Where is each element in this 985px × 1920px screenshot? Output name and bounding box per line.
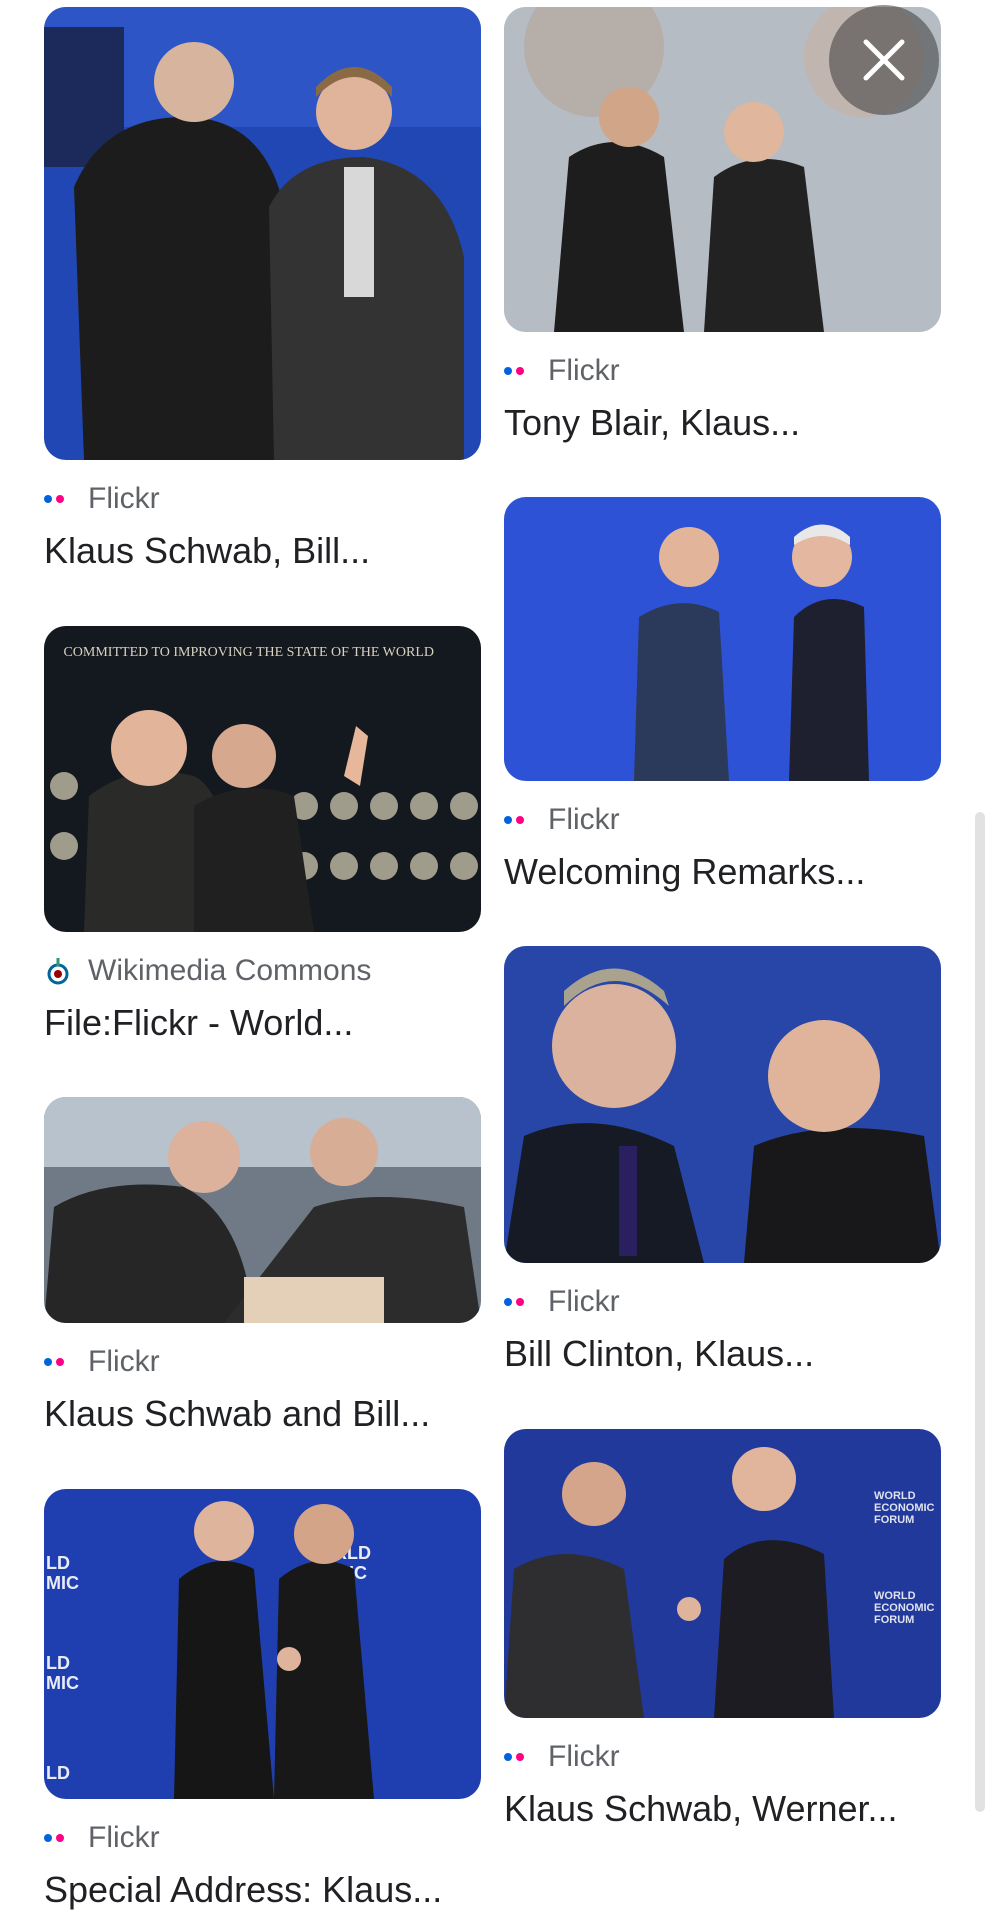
result-title[interactable]: Welcoming Remarks...	[504, 849, 941, 895]
result-thumbnail[interactable]: LDMIC LDMIC LD RLDMIC	[44, 1489, 481, 1799]
flickr-icon	[504, 1753, 548, 1761]
source-row: Flickr	[504, 1740, 941, 1774]
flickr-icon	[504, 367, 548, 375]
result-card[interactable]: COMMITTED TO IMPROVING THE STATE OF THE …	[44, 626, 481, 1046]
result-card[interactable]: Flickr Klaus Schwab and Bill...	[44, 1097, 481, 1437]
result-thumbnail[interactable]	[504, 497, 941, 781]
svg-text:WORLD: WORLD	[874, 1590, 916, 1602]
result-card[interactable]: WORLD ECONOMIC FORUM WORLD ECONOMIC FORUM Fl…	[504, 1429, 941, 1832]
svg-text:MIC: MIC	[46, 1573, 79, 1593]
source-row: Flickr	[44, 1821, 481, 1855]
source-row: Flickr	[504, 803, 941, 837]
wikimedia-icon	[44, 956, 88, 986]
result-card[interactable]: Flickr Bill Clinton, Klaus...	[504, 946, 941, 1377]
result-thumbnail[interactable]	[44, 1097, 481, 1323]
close-icon	[863, 39, 905, 81]
flickr-icon	[44, 1358, 88, 1366]
result-title[interactable]: Klaus Schwab, Werner...	[504, 1786, 941, 1832]
result-card[interactable]: Flickr Welcoming Remarks...	[504, 497, 941, 895]
source-row: Flickr	[504, 354, 941, 388]
result-thumbnail[interactable]	[504, 946, 941, 1263]
result-card[interactable]: Flickr Klaus Schwab, Bill...	[44, 7, 481, 574]
svg-text:WORLD: WORLD	[874, 1490, 916, 1502]
source-row: Flickr	[504, 1285, 941, 1319]
result-title[interactable]: Klaus Schwab and Bill...	[44, 1391, 481, 1437]
result-title[interactable]: Bill Clinton, Klaus...	[504, 1331, 941, 1377]
result-card[interactable]: LDMIC LDMIC LD RLDMIC Flickr Special Add…	[44, 1489, 481, 1913]
source-name: Flickr	[548, 1285, 620, 1318]
result-title[interactable]: Special Address: Klaus...	[44, 1867, 481, 1913]
svg-text:LD: LD	[46, 1763, 70, 1783]
svg-text:FORUM: FORUM	[874, 1514, 914, 1526]
source-row: Flickr	[44, 482, 481, 516]
flickr-icon	[504, 816, 548, 824]
source-name: Flickr	[548, 803, 620, 836]
source-name: Flickr	[548, 354, 620, 387]
flickr-icon	[44, 1834, 88, 1842]
sign-text: COMMITTED TO IMPROVING THE STATE OF THE …	[63, 645, 434, 660]
scrollbar[interactable]	[975, 812, 985, 1812]
result-title[interactable]: File:Flickr - World...	[44, 1000, 481, 1046]
result-thumbnail[interactable]	[44, 7, 481, 460]
source-name: Flickr	[88, 1821, 160, 1854]
source-row: Flickr	[44, 1345, 481, 1379]
source-row: Wikimedia Commons	[44, 954, 481, 988]
svg-text:LD: LD	[46, 1653, 70, 1673]
result-thumbnail[interactable]: COMMITTED TO IMPROVING THE STATE OF THE …	[44, 626, 481, 932]
result-thumbnail[interactable]: WORLD ECONOMIC FORUM WORLD ECONOMIC FORUM	[504, 1429, 941, 1718]
source-name: Flickr	[88, 1345, 160, 1378]
flickr-icon	[44, 495, 88, 503]
close-button[interactable]	[829, 5, 939, 115]
source-name: Flickr	[548, 1740, 620, 1773]
source-name: Flickr	[88, 482, 160, 515]
svg-text:FORUM: FORUM	[874, 1614, 914, 1626]
svg-text:ECONOMIC: ECONOMIC	[874, 1502, 935, 1514]
svg-text:ECONOMIC: ECONOMIC	[874, 1602, 935, 1614]
svg-text:MIC: MIC	[46, 1673, 79, 1693]
result-title[interactable]: Tony Blair, Klaus...	[504, 400, 941, 446]
source-name: Wikimedia Commons	[88, 954, 372, 987]
flickr-icon	[504, 1298, 548, 1306]
result-title[interactable]: Klaus Schwab, Bill...	[44, 528, 481, 574]
svg-text:LD: LD	[46, 1553, 70, 1573]
